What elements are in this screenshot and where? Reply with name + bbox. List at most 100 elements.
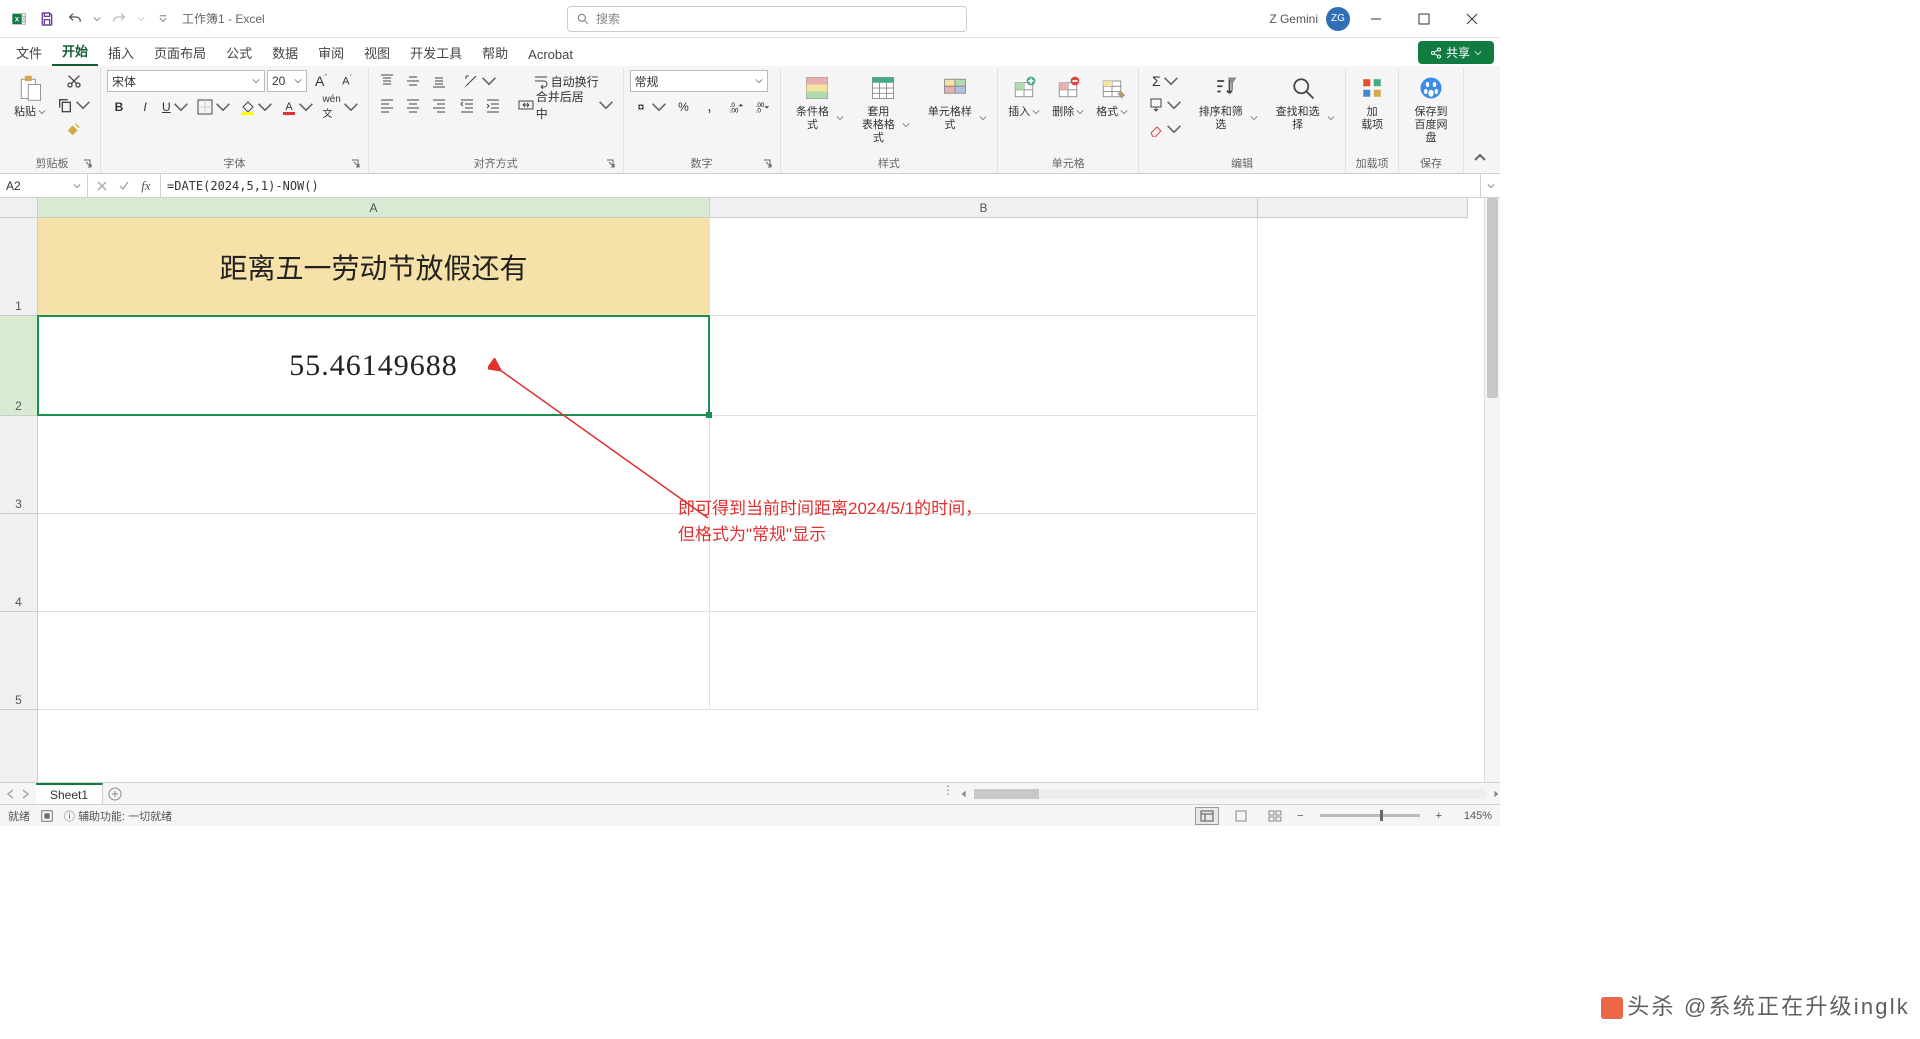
share-button[interactable]: 共享 [1418, 41, 1494, 64]
clear-button[interactable] [1145, 118, 1185, 140]
font-dialog-launcher[interactable] [350, 159, 362, 171]
cell-styles-button[interactable]: 单元格样式 [918, 70, 991, 134]
undo-dropdown[interactable] [90, 6, 104, 32]
accessibility-status[interactable]: ⓘ 辅助功能: 一切就绪 [64, 808, 172, 824]
search-box[interactable]: 搜索 [567, 6, 967, 32]
tab-page-layout[interactable]: 页面布局 [144, 39, 216, 66]
expand-formula-bar-button[interactable] [1480, 174, 1500, 197]
vertical-scrollbar[interactable] [1484, 198, 1500, 782]
tab-home[interactable]: 开始 [52, 37, 98, 66]
font-name-select[interactable]: 宋体 [107, 70, 265, 92]
increase-font-button[interactable]: Aˆ [309, 70, 333, 92]
next-sheet-button[interactable] [20, 789, 30, 799]
autosum-button[interactable]: Σ [1145, 70, 1185, 92]
zoom-level[interactable]: 145% [1452, 810, 1492, 822]
conditional-format-button[interactable]: 条件格式 [787, 70, 849, 134]
increase-indent-button[interactable] [481, 94, 505, 116]
cell-b5[interactable] [710, 612, 1258, 710]
sheet-tab-sheet1[interactable]: Sheet1 [36, 783, 103, 804]
increase-decimal-button[interactable]: .0.00 [724, 96, 748, 118]
underline-button[interactable]: U [159, 96, 192, 118]
bold-button[interactable]: B [107, 96, 131, 118]
clipboard-dialog-launcher[interactable] [82, 159, 94, 171]
cells-area[interactable]: 距离五一劳动节放假还有 55.46149688 即可得到当前时间距离2024/5… [38, 218, 1468, 782]
select-all-button[interactable] [0, 198, 38, 218]
comma-button[interactable]: , [698, 96, 722, 118]
cell-b1[interactable] [710, 218, 1258, 316]
decrease-decimal-button[interactable]: .00.0 [750, 96, 774, 118]
formula-input[interactable]: =DATE(2024,5,1)-NOW() [161, 174, 1480, 197]
fill-color-button[interactable] [236, 96, 276, 118]
cell-b2[interactable] [710, 316, 1258, 416]
addins-button[interactable]: 加 载项 [1352, 70, 1392, 134]
italic-button[interactable]: I [133, 96, 157, 118]
qat-customize-dropdown[interactable] [156, 6, 170, 32]
zoom-slider-handle[interactable] [1380, 810, 1383, 821]
name-box[interactable]: A2 [0, 174, 88, 197]
format-table-button[interactable]: 套用 表格格式 [852, 70, 914, 148]
vertical-scroll-thumb[interactable] [1487, 198, 1498, 398]
column-header-blank[interactable] [1258, 198, 1468, 217]
row-header-5[interactable]: 5 [0, 612, 37, 710]
merge-center-button[interactable]: 合并后居中 [515, 94, 617, 116]
number-dialog-launcher[interactable] [762, 159, 774, 171]
decrease-indent-button[interactable] [455, 94, 479, 116]
new-sheet-button[interactable] [103, 783, 127, 804]
font-size-select[interactable]: 20 [267, 70, 307, 92]
column-header-b[interactable]: B [710, 198, 1258, 217]
cell-a1[interactable]: 距离五一劳动节放假还有 [38, 218, 710, 316]
row-header-1[interactable]: 1 [0, 218, 37, 316]
decrease-font-button[interactable]: Aˇ [335, 70, 359, 92]
tab-insert[interactable]: 插入 [98, 39, 144, 66]
align-bottom-button[interactable] [427, 70, 451, 92]
maximize-button[interactable] [1402, 4, 1446, 34]
orientation-button[interactable] [455, 70, 505, 92]
cell-a3[interactable] [38, 416, 710, 514]
format-painter-button[interactable] [54, 118, 94, 140]
zoom-out-button[interactable]: − [1297, 810, 1303, 822]
prev-sheet-button[interactable] [6, 789, 16, 799]
tab-help[interactable]: 帮助 [472, 39, 518, 66]
redo-icon[interactable] [106, 6, 132, 32]
insert-cells-button[interactable]: 插入 [1004, 70, 1044, 121]
row-header-2[interactable]: 2 [0, 316, 37, 416]
tab-formulas[interactable]: 公式 [216, 39, 262, 66]
paste-button[interactable]: 粘贴 [10, 70, 50, 121]
align-middle-button[interactable] [401, 70, 425, 92]
excel-app-icon[interactable]: X [6, 6, 32, 32]
redo-dropdown[interactable] [134, 6, 148, 32]
align-left-button[interactable] [375, 94, 399, 116]
font-color-button[interactable]: A [278, 96, 318, 118]
align-center-button[interactable] [401, 94, 425, 116]
tab-view[interactable]: 视图 [354, 39, 400, 66]
scroll-right-button[interactable] [1492, 790, 1500, 798]
cell-a5[interactable] [38, 612, 710, 710]
scroll-left-button[interactable] [960, 790, 968, 798]
user-avatar[interactable]: ZG [1326, 7, 1350, 31]
tab-file[interactable]: 文件 [6, 39, 52, 66]
cut-button[interactable] [54, 70, 94, 92]
sheet-options-button[interactable]: ⋮ [936, 783, 960, 804]
insert-function-button[interactable]: fx [136, 176, 156, 196]
enter-formula-button[interactable] [114, 176, 134, 196]
collapse-ribbon-button[interactable] [1468, 147, 1492, 169]
horizontal-scrollbar[interactable] [960, 783, 1500, 804]
tab-developer[interactable]: 开发工具 [400, 39, 472, 66]
align-right-button[interactable] [427, 94, 451, 116]
user-name[interactable]: Z Gemini [1269, 12, 1318, 26]
phonetic-button[interactable]: wén文 [319, 96, 361, 118]
column-header-a[interactable]: A [38, 198, 710, 217]
align-top-button[interactable] [375, 70, 399, 92]
horizontal-scroll-thumb[interactable] [974, 789, 1039, 799]
zoom-slider[interactable] [1320, 814, 1420, 817]
percent-button[interactable]: % [672, 96, 696, 118]
format-cells-button[interactable]: 格式 [1092, 70, 1132, 121]
zoom-in-button[interactable]: + [1436, 810, 1442, 822]
accounting-format-button[interactable]: ¤ [630, 96, 670, 118]
find-select-button[interactable]: 查找和选择 [1266, 70, 1339, 134]
normal-view-button[interactable] [1195, 807, 1219, 825]
fill-button[interactable] [1145, 94, 1185, 116]
number-format-select[interactable]: 常规 [630, 70, 768, 92]
alignment-dialog-launcher[interactable] [605, 159, 617, 171]
cell-a2[interactable]: 55.46149688 [38, 316, 710, 416]
